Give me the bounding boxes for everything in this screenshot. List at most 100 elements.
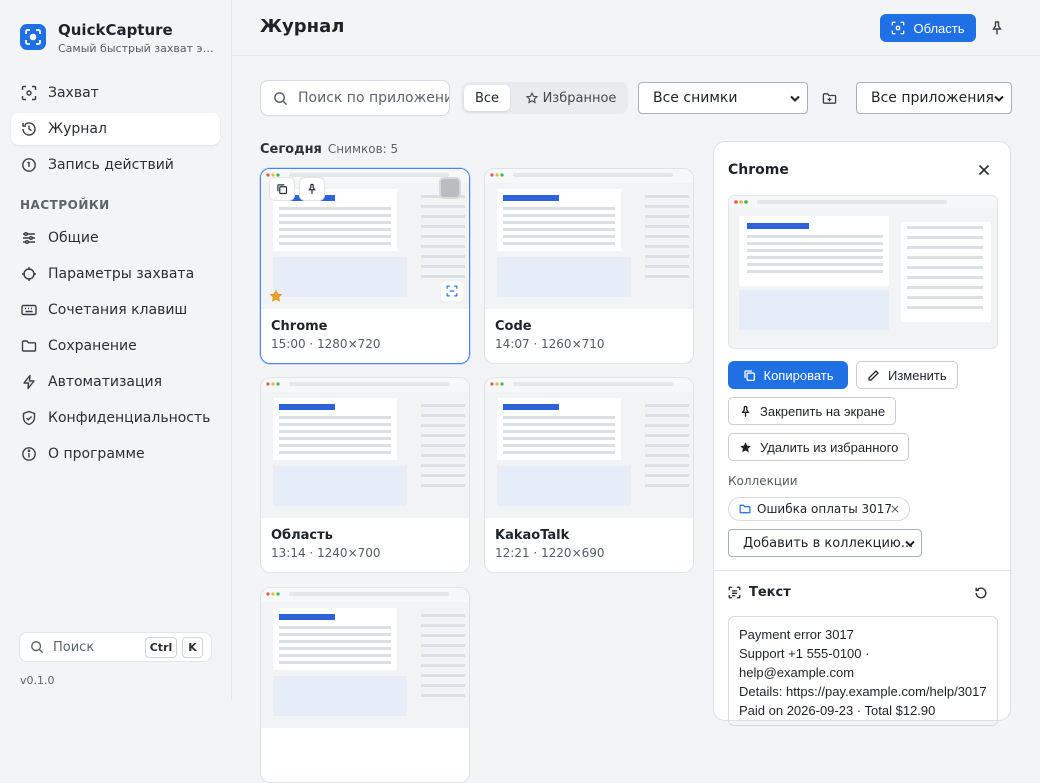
add-to-collection-select[interactable]: Добавить в коллекцию... xyxy=(728,529,922,557)
sidebar-item-saving[interactable]: Сохранение xyxy=(11,330,220,362)
capture-card[interactable]: KakaoTalk 12:21 · 1220×690 xyxy=(484,377,694,573)
search-icon xyxy=(274,91,288,105)
search-input[interactable]: Поиск по приложению, тексту xyxy=(260,80,450,116)
filter-favorites-label: Избранное xyxy=(542,90,617,106)
group-title: Сегодня xyxy=(260,142,322,157)
divider xyxy=(714,570,1012,571)
folder-filter-icon[interactable] xyxy=(822,91,837,106)
capture-thumbnail xyxy=(485,378,693,518)
capture-card[interactable]: Chrome 15:00 · 1280×720 xyxy=(260,168,470,364)
sidebar-item-label: Параметры захвата xyxy=(48,266,195,282)
text-section-header: Текст xyxy=(728,585,791,600)
folder-icon xyxy=(739,504,751,514)
copy-icon xyxy=(277,184,288,195)
card-meta: 15:00 · 1280×720 xyxy=(271,337,381,351)
app-select[interactable]: Все приложения xyxy=(856,82,1012,114)
collections-label: Коллекции xyxy=(728,474,798,488)
card-meta: 13:14 · 1240×700 xyxy=(271,546,381,560)
pin-icon xyxy=(741,405,750,417)
keyboard-icon xyxy=(21,304,37,316)
card-meta: 12:21 · 1220×690 xyxy=(495,546,605,560)
remove-chip-icon[interactable]: × xyxy=(890,502,900,516)
ocr-line: Support +1 555-0100 · help@example.com xyxy=(739,646,870,680)
settings-section-label: НАСТРОЙКИ xyxy=(20,198,110,212)
app-select-value: Все приложения xyxy=(871,90,994,106)
app-name: QuickCapture xyxy=(58,21,173,39)
sidebar-item-automation[interactable]: Автоматизация xyxy=(11,366,220,398)
pin-button[interactable] xyxy=(299,177,325,201)
info-icon xyxy=(22,447,36,461)
chevron-down-icon xyxy=(790,95,800,102)
sidebar-item-label: Захват xyxy=(48,85,99,101)
app-logo-icon xyxy=(20,24,46,50)
detail-panel: Chrome Копировать Изменить Закрепить на … xyxy=(713,141,1012,726)
crosshair-icon xyxy=(22,267,36,281)
collection-chip[interactable]: Ошибка оплаты 3017 × xyxy=(728,497,910,521)
select-checkbox[interactable] xyxy=(439,177,461,199)
copy-image-label: Копировать xyxy=(763,367,834,383)
card-title: Chrome xyxy=(271,319,328,334)
sidebar: QuickCapture Самый быстрый захват экрана… xyxy=(0,0,232,700)
copy-icon xyxy=(743,369,755,381)
star-filled-icon xyxy=(740,441,751,452)
refresh-icon[interactable] xyxy=(974,586,988,600)
capture-card[interactable] xyxy=(260,587,470,783)
scan-icon xyxy=(892,21,905,35)
sidebar-item-general[interactable]: Общие xyxy=(11,222,220,254)
edit-button[interactable]: Изменить xyxy=(856,361,958,389)
history-icon xyxy=(22,122,36,136)
collection-chip-label: Ошибка оплаты 3017 xyxy=(757,502,893,516)
sidebar-item-capture-settings[interactable]: Параметры захвата xyxy=(11,258,220,290)
type-select[interactable]: Все снимки xyxy=(638,82,808,114)
sidebar-item-shortcuts[interactable]: Сочетания клавиш xyxy=(11,294,220,326)
sidebar-item-label: Сохранение xyxy=(48,338,137,354)
sliders-icon xyxy=(23,232,35,244)
edit-label: Изменить xyxy=(888,367,947,383)
capture-thumbnail xyxy=(485,169,693,309)
sidebar-item-label: Конфиденциальность xyxy=(48,410,211,426)
top-bar: Журнал Область xyxy=(232,0,1040,56)
close-icon[interactable] xyxy=(978,164,990,176)
ocr-text-area[interactable]: Payment error 3017 Support +1 555-0100 ·… xyxy=(728,616,998,726)
capture-card[interactable]: Code 14:07 · 1260×710 xyxy=(484,168,694,364)
app-version: v0.1.0 xyxy=(20,674,55,687)
copy-image-button[interactable]: Копировать xyxy=(728,361,848,389)
remove-favorite-button[interactable]: Удалить из избранного xyxy=(728,433,910,461)
brand: QuickCapture Самый быстрый захват экрана xyxy=(20,21,218,55)
chevron-down-icon xyxy=(994,95,1004,102)
star-outline-icon xyxy=(525,92,538,104)
sidebar-item-history[interactable]: Журнал xyxy=(11,113,220,145)
ocr-badge xyxy=(441,281,463,301)
sidebar-item-capture[interactable]: Захват xyxy=(11,77,220,109)
sidebar-item-record[interactable]: Запись действий xyxy=(11,149,220,181)
card-title: KakaoTalk xyxy=(495,528,570,543)
filter-favorites-tab[interactable]: Избранное xyxy=(517,85,625,111)
card-title: Code xyxy=(495,319,532,334)
detail-title: Chrome xyxy=(728,162,789,178)
detail-preview-image xyxy=(728,195,998,349)
card-title: Область xyxy=(271,528,333,543)
text-section-title: Текст xyxy=(749,585,791,600)
shortcut-key-k: K xyxy=(182,637,203,658)
pin-icon[interactable] xyxy=(989,20,1005,36)
sidebar-search-label: Поиск xyxy=(53,639,95,655)
copy-button[interactable] xyxy=(269,177,295,201)
search-placeholder: Поиск по приложению, тексту xyxy=(298,90,449,106)
shield-icon xyxy=(22,410,36,426)
pin-to-screen-button[interactable]: Закрепить на экране xyxy=(728,397,897,425)
capture-card[interactable]: Область 13:14 · 1240×700 xyxy=(260,377,470,573)
filter-segmented-control: Все Избранное xyxy=(461,82,628,114)
filter-all-tab[interactable]: Все xyxy=(464,85,510,111)
main-area: Журнал Область Поиск по приложению, текс… xyxy=(232,0,1040,783)
ocr-line: Paid on 2026-09-23 · Total $12.90 xyxy=(739,703,936,718)
sidebar-item-privacy[interactable]: Конфиденциальность xyxy=(11,402,220,434)
app-tagline: Самый быстрый захват экрана xyxy=(58,42,218,55)
sidebar-item-label: Сочетания клавиш xyxy=(48,302,188,318)
sidebar-search[interactable]: Поиск Ctrl K xyxy=(19,632,212,662)
chevron-down-icon xyxy=(905,540,915,547)
folder-icon xyxy=(21,340,37,352)
sidebar-item-about[interactable]: О программе xyxy=(11,438,220,470)
region-capture-button[interactable]: Область xyxy=(880,14,976,42)
add-to-collection-value: Добавить в коллекцию... xyxy=(743,535,914,551)
bolt-icon xyxy=(23,374,35,390)
